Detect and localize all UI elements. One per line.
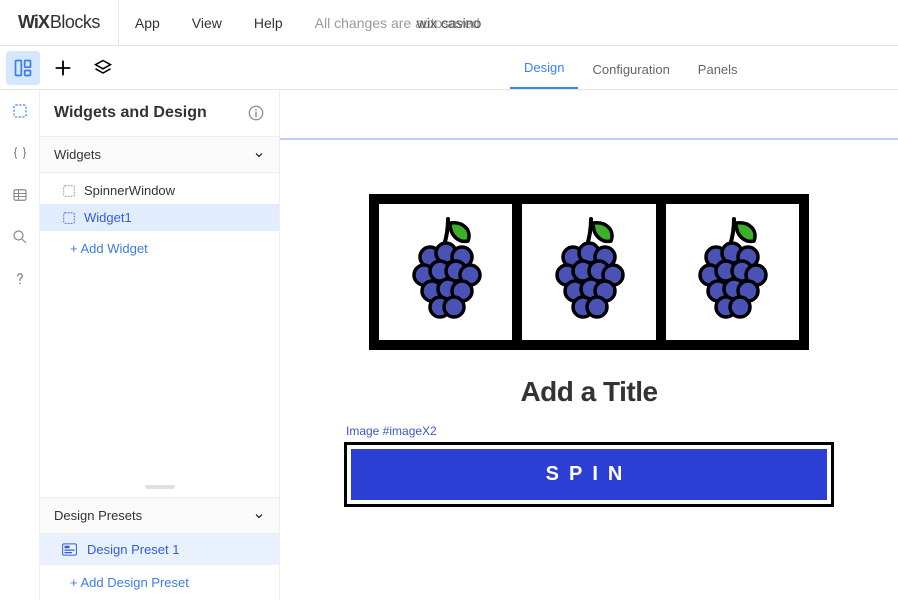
panel-spacer xyxy=(40,270,279,477)
menu-view[interactable]: View xyxy=(176,15,238,31)
panel-resize-handle[interactable] xyxy=(145,485,175,489)
rail-code[interactable] xyxy=(9,142,31,164)
chevron-down-icon xyxy=(253,149,265,161)
logo-blocks: Blocks xyxy=(50,12,100,33)
main-area: Widgets and Design Widgets SpinnerWindow… xyxy=(0,90,898,600)
widgets-section-header[interactable]: Widgets xyxy=(40,136,279,173)
top-bar: WiXBlocks App View Help All changes are … xyxy=(0,0,898,46)
grapes-icon xyxy=(692,217,772,327)
slot-reel-3 xyxy=(666,204,799,340)
database-icon xyxy=(11,186,29,204)
panel-title: Widgets and Design xyxy=(54,104,207,122)
info-icon[interactable] xyxy=(247,104,265,122)
question-icon xyxy=(11,270,29,288)
plus-icon xyxy=(53,58,73,78)
preset-item-label: Design Preset 1 xyxy=(87,542,180,557)
canvas[interactable]: Add a Title Image #imageX2 SPIN xyxy=(280,90,898,600)
left-rail xyxy=(0,90,40,600)
preset-item-1[interactable]: Design Preset 1 xyxy=(40,534,279,565)
selection-label[interactable]: Image #imageX2 xyxy=(344,424,834,438)
search-icon xyxy=(11,228,29,246)
add-widget-link[interactable]: + Add Widget xyxy=(40,231,279,266)
widget-icon xyxy=(62,211,76,225)
tools-left xyxy=(0,46,280,89)
secondary-bar: Design Configuration Panels xyxy=(0,46,898,90)
rail-database[interactable] xyxy=(9,184,31,206)
tab-design[interactable]: Design xyxy=(510,48,578,89)
menu-help[interactable]: Help xyxy=(238,15,299,31)
spin-button-container[interactable]: SPIN xyxy=(344,442,834,507)
canvas-guide-line xyxy=(280,134,898,140)
tab-panels[interactable]: Panels xyxy=(684,50,752,89)
rail-help[interactable] xyxy=(9,268,31,290)
braces-icon xyxy=(11,144,29,162)
presets-section-label: Design Presets xyxy=(54,508,142,523)
rail-search[interactable] xyxy=(9,226,31,248)
layers-icon xyxy=(93,58,113,78)
slot-reel-2 xyxy=(522,204,655,340)
grapes-icon xyxy=(549,217,629,327)
add-preset-link[interactable]: + Add Design Preset xyxy=(40,565,279,600)
app-logo: WiXBlocks xyxy=(0,0,119,45)
logo-wix: WiX xyxy=(18,12,49,33)
widgets-tree: SpinnerWindow Widget1 + Add Widget xyxy=(40,173,279,270)
grapes-icon xyxy=(406,217,486,327)
widget-item-spinnerwindow[interactable]: SpinnerWindow xyxy=(40,177,279,204)
widget-title-placeholder[interactable]: Add a Title xyxy=(520,376,657,408)
slot-frame xyxy=(369,194,809,350)
layers-tool-button[interactable] xyxy=(86,51,120,85)
side-panel: Widgets and Design Widgets SpinnerWindow… xyxy=(40,90,280,600)
slot-machine-widget[interactable]: Add a Title xyxy=(369,194,809,408)
menu-app[interactable]: App xyxy=(119,15,176,31)
preset-icon xyxy=(62,543,77,556)
widget-item-label: SpinnerWindow xyxy=(84,183,175,198)
widget-item-widget1[interactable]: Widget1 xyxy=(40,204,279,231)
slot-reel-1 xyxy=(379,204,512,340)
panel-header: Widgets and Design xyxy=(40,90,279,136)
widget-icon xyxy=(62,184,76,198)
presets-section-header[interactable]: Design Presets xyxy=(40,497,279,534)
rail-widgets[interactable] xyxy=(9,100,31,122)
widget-item-label: Widget1 xyxy=(84,210,132,225)
spin-button[interactable]: SPIN xyxy=(351,449,827,500)
app-name[interactable]: wix casino xyxy=(417,15,482,31)
tab-configuration[interactable]: Configuration xyxy=(578,50,683,89)
editor-tabs: Design Configuration Panels xyxy=(280,46,898,89)
layout-icon xyxy=(13,58,33,78)
widgets-section-label: Widgets xyxy=(54,147,101,162)
add-tool-button[interactable] xyxy=(46,51,80,85)
widgets-icon xyxy=(11,102,29,120)
layout-tool-button[interactable] xyxy=(6,51,40,85)
selected-element-wrap: Image #imageX2 SPIN xyxy=(344,424,834,507)
chevron-down-icon xyxy=(253,510,265,522)
